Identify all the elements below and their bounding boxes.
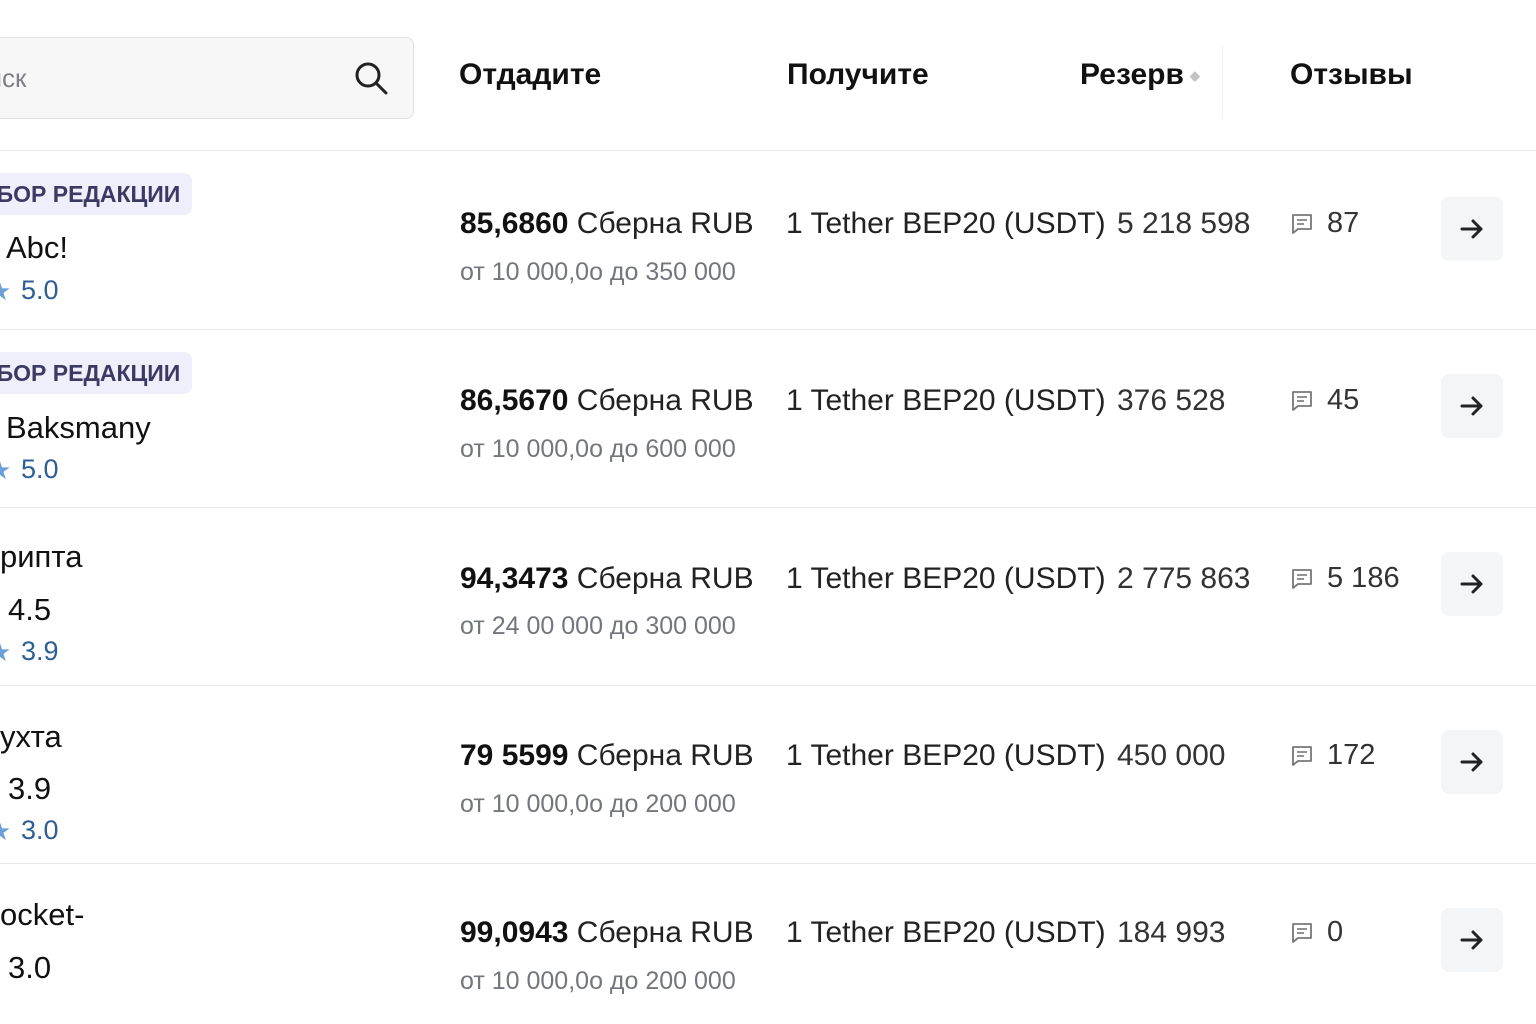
exchanger-secondary-rating: 3.9 (8, 771, 52, 806)
search-icon[interactable] (353, 60, 389, 96)
reserve-amount: 184 993 (1117, 916, 1226, 949)
receive-amount: 1 Tether BEP20 (USDT) (786, 207, 1106, 240)
exchanger-secondary-rating: 3.0 (8, 950, 52, 985)
reserve-amount: 450 000 (1117, 739, 1226, 772)
receive-amount: 1 Tether BEP20 (USDT) (786, 562, 1106, 595)
search-box (0, 37, 414, 119)
exchanger-rating: 5.0 (21, 454, 59, 484)
reserve-amount: 376 528 (1117, 384, 1226, 417)
star-icon: ★ (0, 816, 11, 847)
exchanger-rating: 3.9 (21, 636, 59, 666)
exchange-limits: от 24 00 000 до 300 000 (460, 612, 736, 640)
arrow-right-icon (1460, 930, 1483, 950)
exchanger-rating: 3.0 (21, 815, 59, 845)
rate-value: 86,5670 (460, 384, 569, 417)
rate-currency: Сберна RUB (576, 739, 754, 772)
receive-amount: 1 Tether BEP20 (USDT) (786, 916, 1106, 949)
row-divider (0, 685, 1536, 686)
open-exchange-button[interactable] (1441, 730, 1503, 794)
column-header-reserve-label: Резерв (1080, 58, 1184, 91)
column-header-give: Отдадите (459, 58, 602, 91)
row-divider (0, 507, 1536, 508)
column-header-receive: Получите (787, 58, 929, 91)
rate-value: 79 5599 (460, 739, 569, 772)
comment-icon (1292, 214, 1312, 234)
rate-value: 85,6860 (460, 207, 569, 240)
exchanger-name[interactable]: ocket- (0, 897, 84, 933)
arrow-right-icon (1460, 396, 1483, 416)
receive-amount: 1 Tether BEP20 (USDT) (786, 384, 1106, 417)
row-divider (0, 150, 1536, 151)
comment-icon (1292, 569, 1312, 589)
exchange-limits: от 10 000,0о до 350 000 (460, 258, 736, 286)
editors-choice-badge: НБОР РЕДАКЦИИ (0, 352, 193, 394)
comment-icon (1292, 391, 1312, 411)
rate-currency: Сберна RUB (576, 562, 754, 595)
star-icon: ★ (0, 637, 11, 668)
exchange-limits: от 10 000,0о до 200 000 (460, 967, 736, 995)
exchanger-name[interactable]: Abc! (6, 230, 68, 266)
exchange-rate: 99,0943 Сберна RUB (460, 916, 754, 950)
rate-currency: Сберна RUB (576, 916, 754, 949)
column-header-reserve[interactable]: Резерв ◆ (1080, 58, 1200, 92)
exchange-limits: от 10 000,0о до 600 000 (460, 435, 736, 463)
open-exchange-button[interactable] (1441, 374, 1503, 438)
row-divider (0, 329, 1536, 330)
exchange-limits: от 10 000,0о до 200 000 (460, 790, 736, 818)
exchanger-secondary-rating: 4.5 (8, 592, 52, 627)
row-divider (0, 863, 1536, 864)
arrow-right-icon (1460, 574, 1483, 594)
reserve-amount: 5 218 598 (1117, 207, 1251, 240)
open-exchange-button[interactable] (1441, 197, 1503, 261)
reviews-count: 0 (1327, 916, 1344, 948)
exchange-rate: 79 5599 Сберна RUB (460, 739, 754, 773)
comment-icon (1292, 746, 1312, 766)
reviews-count: 5 186 (1327, 562, 1400, 594)
star-icon: ★ (0, 455, 11, 486)
exchange-rate: 94,3473 Сберна RUB (460, 562, 754, 596)
reviews-count: 45 (1327, 384, 1360, 416)
rate-value: 94,3473 (460, 562, 569, 595)
rate-value: 99,0943 (460, 916, 569, 949)
header-separator (1222, 46, 1223, 118)
exchanger-name[interactable]: Baksmany (6, 410, 151, 446)
receive-amount: 1 Tether BEP20 (USDT) (786, 739, 1106, 772)
reserve-amount: 2 775 863 (1117, 562, 1251, 595)
exchanger-name[interactable]: ухта (0, 719, 62, 755)
exchanger-name[interactable]: рипта (0, 539, 82, 575)
arrow-right-icon (1460, 752, 1483, 772)
star-icon: ★ (0, 276, 11, 307)
rate-currency: Сберна RUB (576, 384, 754, 417)
search-input[interactable] (0, 38, 321, 118)
rate-currency: Сберна RUB (576, 207, 754, 240)
comment-icon (1292, 923, 1312, 943)
reviews-count: 87 (1327, 207, 1360, 239)
exchange-rate: 85,6860 Сберна RUB (460, 207, 754, 241)
reviews-count: 172 (1327, 739, 1376, 771)
arrow-right-icon (1460, 219, 1483, 239)
badge-label: НБОР РЕДАКЦИИ (0, 181, 181, 207)
column-header-reviews: Отзывы (1290, 58, 1413, 91)
badge-label: НБОР РЕДАКЦИИ (0, 360, 181, 386)
exchange-rate: 86,5670 Сберна RUB (460, 384, 754, 418)
open-exchange-button[interactable] (1441, 552, 1503, 616)
open-exchange-button[interactable] (1441, 908, 1503, 972)
editors-choice-badge: НБОР РЕДАКЦИИ (0, 173, 193, 215)
sort-icon[interactable]: ◆ (1190, 68, 1200, 83)
exchanger-rating: 5.0 (21, 275, 59, 305)
